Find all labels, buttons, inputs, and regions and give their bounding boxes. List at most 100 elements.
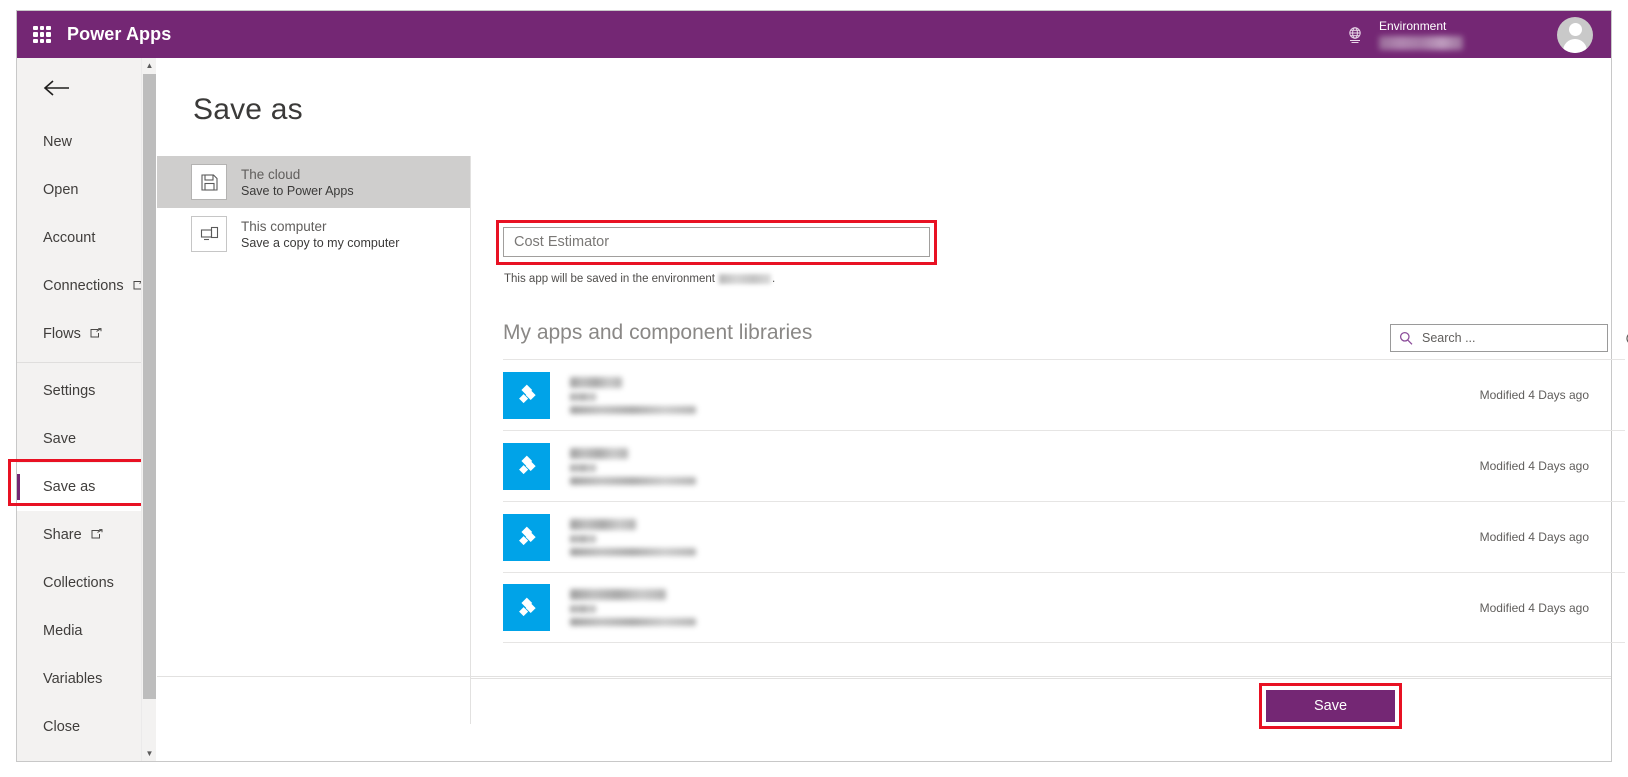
app-header: Power Apps Environment [17, 11, 1611, 58]
environment-value-redacted [1379, 36, 1463, 50]
scrollbar-thumb[interactable] [143, 74, 156, 699]
app-modified-time: Modified 4 Days ago [1479, 459, 1589, 473]
powerapps-app-icon [503, 584, 550, 631]
back-arrow-icon [43, 78, 71, 98]
app-name-input[interactable] [503, 227, 930, 257]
sidebar-item-connections[interactable]: Connections [17, 262, 156, 310]
environment-selector[interactable]: Environment [1379, 19, 1529, 50]
sidebar-item-label: Settings [43, 383, 96, 399]
app-modified-time: Modified 4 Days ago [1479, 388, 1589, 402]
app-modified-time: Modified 4 Days ago [1479, 530, 1589, 544]
sidebar-item-account[interactable]: Account [17, 214, 156, 262]
header-right-group: Environment [1345, 11, 1611, 58]
external-link-icon [90, 328, 102, 340]
computer-icon [191, 216, 227, 252]
app-detail-redacted [570, 476, 696, 485]
sidebar-item-close[interactable]: Close [17, 703, 156, 751]
sidebar-item-label: Flows [43, 326, 81, 342]
footer-divider [157, 676, 1611, 677]
app-meta [570, 589, 696, 626]
environment-save-note-suffix: . [771, 273, 776, 285]
sidebar-item-label: New [43, 134, 73, 150]
sidebar-item-new[interactable]: New [17, 118, 156, 166]
sidebar-item-label: Connections [43, 278, 124, 294]
sidebar-divider [17, 362, 156, 363]
sidebar-item-variables[interactable]: Variables [17, 655, 156, 703]
environment-globe-icon[interactable] [1345, 25, 1365, 45]
destination-subtitle: Save a copy to my computer [241, 235, 400, 250]
powerapps-app-icon [503, 371, 550, 419]
app-detail-redacted [570, 618, 696, 626]
brand-title: Power Apps [67, 24, 172, 44]
sidebar-item-save[interactable]: Save [17, 415, 156, 463]
destination-title: This computer [241, 218, 327, 234]
app-name-redacted [570, 589, 666, 600]
sidebar-item-settings[interactable]: Settings [17, 367, 156, 415]
app-name-redacted [570, 447, 628, 459]
save-as-form: This app will be saved in the environmen… [471, 156, 1628, 761]
environment-name-redacted [718, 274, 771, 284]
sidebar-item-label: Save as [43, 479, 96, 495]
sidebar-item-collections[interactable]: Collections [17, 559, 156, 607]
sidebar-item-label: Media [43, 623, 83, 639]
apps-list: Modified 4 Days ago Modified 4 Days ago … [503, 359, 1625, 643]
app-meta [570, 518, 696, 556]
sidebar-item-label: Account [43, 230, 96, 246]
list-item[interactable]: Modified 4 Days ago [503, 359, 1625, 430]
sidebar-item-label: Open [43, 182, 79, 198]
app-detail-redacted [570, 405, 696, 414]
back-button[interactable] [17, 58, 156, 118]
search-input[interactable] [1420, 330, 1599, 346]
destination-this-computer[interactable]: This computer Save a copy to my computer [157, 208, 470, 260]
app-name-redacted [570, 518, 636, 530]
save-button[interactable]: Save [1266, 690, 1395, 722]
sidebar-item-label: Share [43, 527, 82, 543]
environment-save-note: This app will be saved in the environmen… [504, 273, 775, 285]
search-box[interactable] [1390, 324, 1608, 352]
floppy-disk-icon [191, 164, 227, 200]
screenshot-root: Power Apps Environment New Open Account … [0, 0, 1628, 777]
powerapps-app-icon [503, 513, 550, 561]
apps-section-header: My apps and component libraries [471, 311, 1628, 359]
sidebar-item-label: Save [43, 431, 77, 447]
scroll-down-arrow-icon[interactable]: ▼ [142, 746, 157, 761]
page-title: Save as [193, 93, 303, 126]
destination-subtitle: Save to Power Apps [241, 183, 354, 198]
powerapps-app-icon [503, 442, 550, 490]
sidebar-scrollbar[interactable]: ▲ ▼ [141, 58, 156, 761]
app-meta [570, 376, 696, 414]
app-owner-redacted [570, 392, 596, 401]
sidebar: New Open Account Connections Flows Setti… [17, 58, 156, 761]
refresh-icon[interactable] [1619, 325, 1628, 351]
environment-save-note-text: This app will be saved in the environmen… [504, 273, 715, 285]
destination-the-cloud[interactable]: The cloud Save to Power Apps [157, 156, 470, 208]
app-owner-redacted [570, 605, 596, 613]
external-link-icon [91, 529, 103, 541]
destination-title: The cloud [241, 166, 301, 182]
app-meta [570, 447, 696, 485]
list-item[interactable]: Modified 4 Days ago [503, 572, 1625, 643]
app-launcher-icon[interactable] [33, 25, 51, 44]
sidebar-item-media[interactable]: Media [17, 607, 156, 655]
app-owner-redacted [570, 534, 596, 543]
scroll-up-arrow-icon[interactable]: ▲ [142, 58, 157, 73]
main-panel: Save as The cloud Save to Power Apps Thi… [157, 58, 1628, 761]
list-item[interactable]: Modified 4 Days ago [503, 430, 1625, 501]
app-modified-time: Modified 4 Days ago [1479, 600, 1589, 615]
save-destination-list: The cloud Save to Power Apps This comput… [157, 156, 470, 260]
destination-text: The cloud Save to Power Apps [241, 166, 354, 199]
app-name-redacted [570, 376, 622, 388]
list-item[interactable]: Modified 4 Days ago [503, 501, 1625, 572]
app-owner-redacted [570, 463, 596, 472]
apps-section-title: My apps and component libraries [503, 321, 813, 344]
sidebar-item-flows[interactable]: Flows [17, 310, 156, 358]
sidebar-item-open[interactable]: Open [17, 166, 156, 214]
sidebar-item-share[interactable]: Share [17, 511, 156, 559]
sidebar-item-save-as[interactable]: Save as [17, 463, 156, 511]
search-icon [1399, 331, 1413, 345]
sidebar-item-label: Collections [43, 575, 114, 591]
environment-label: Environment [1379, 19, 1447, 33]
user-avatar[interactable] [1557, 16, 1593, 53]
sidebar-item-label: Variables [43, 671, 103, 687]
destination-text: This computer Save a copy to my computer [241, 218, 399, 251]
